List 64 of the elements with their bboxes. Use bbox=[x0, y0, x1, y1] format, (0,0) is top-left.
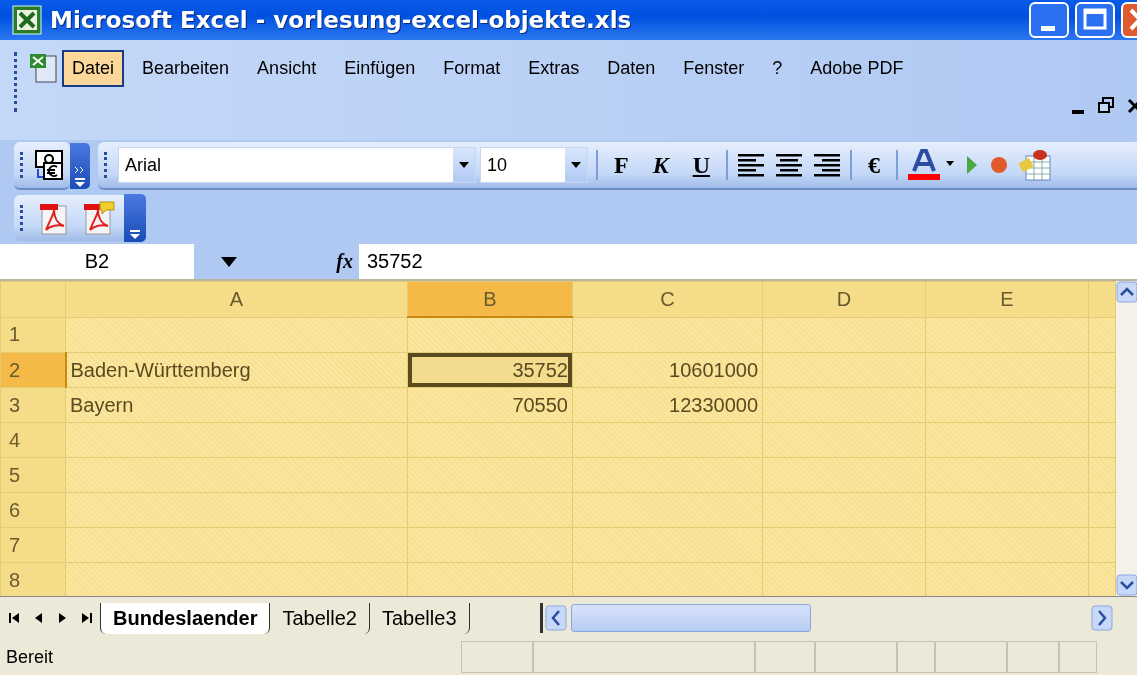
table-cell: Bayern bbox=[65, 387, 408, 423]
table-cell: 12330000 bbox=[572, 387, 763, 423]
dropdown-arrow-icon[interactable] bbox=[458, 161, 470, 169]
row-header[interactable]: 2 bbox=[0, 352, 66, 388]
first-sheet-icon[interactable] bbox=[8, 610, 22, 626]
menu-item[interactable]: ? bbox=[762, 49, 793, 87]
table-cell: Baden-Württemberg bbox=[65, 352, 408, 388]
scroll-right-button[interactable] bbox=[1091, 605, 1113, 631]
row-header[interactable]: 3 bbox=[0, 387, 66, 423]
menu-item[interactable]: Daten bbox=[597, 49, 666, 87]
font-color-icon[interactable] bbox=[906, 149, 957, 181]
row-header[interactable]: 4 bbox=[0, 422, 66, 458]
align-right-icon[interactable] bbox=[812, 152, 843, 178]
column-header[interactable]: A bbox=[65, 281, 408, 317]
menu-item[interactable]: Einfügen bbox=[334, 49, 426, 87]
menu-item[interactable]: Fenster bbox=[673, 49, 755, 87]
row-header[interactable]: 7 bbox=[0, 527, 66, 563]
minimize-button[interactable] bbox=[1029, 2, 1069, 38]
row-header[interactable]: 5 bbox=[0, 457, 66, 493]
column-header[interactable]: B bbox=[407, 281, 573, 317]
row-header[interactable]: 1 bbox=[0, 317, 66, 353]
workbook-icon[interactable] bbox=[28, 52, 60, 84]
maximize-button[interactable] bbox=[1075, 2, 1115, 38]
align-left-icon[interactable] bbox=[736, 152, 767, 178]
menu-item[interactable]: Datei bbox=[62, 49, 125, 87]
font-field[interactable]: Arial bbox=[118, 147, 476, 183]
scroll-down-button[interactable] bbox=[1116, 574, 1137, 596]
column-header[interactable]: C bbox=[572, 281, 763, 317]
menu-item[interactable]: Adobe PDF bbox=[800, 49, 914, 87]
insert-function-button[interactable]: fx bbox=[336, 250, 359, 273]
table-cell: 35752 bbox=[407, 352, 573, 388]
toolbar-options-icon[interactable] bbox=[73, 165, 87, 189]
table-cell: 70550 bbox=[407, 387, 573, 423]
italic-button[interactable]: K bbox=[644, 151, 677, 179]
column-header[interactable]: E bbox=[925, 281, 1089, 317]
row-header[interactable]: 6 bbox=[0, 492, 66, 528]
underline-button[interactable]: U bbox=[684, 151, 719, 179]
vertical-scrollbar[interactable] bbox=[1116, 281, 1137, 596]
status-panel bbox=[1059, 641, 1097, 673]
menu-item[interactable]: Extras bbox=[518, 49, 590, 87]
table-cell: 10601000 bbox=[572, 352, 763, 388]
menu-item[interactable]: Bearbeiten bbox=[132, 49, 240, 87]
close-icon[interactable] bbox=[1127, 96, 1137, 116]
last-sheet-icon[interactable] bbox=[80, 610, 94, 626]
excel-logo-icon bbox=[12, 5, 42, 35]
scroll-left-button[interactable] bbox=[544, 605, 567, 631]
status-panel bbox=[1007, 641, 1059, 673]
dropdown-arrow-icon[interactable] bbox=[220, 255, 238, 268]
window-title: Microsoft Excel - vorlesung-excel-objekte.xls bbox=[50, 7, 633, 33]
scroll-up-button[interactable] bbox=[1116, 281, 1137, 303]
font-size-field[interactable]: 10 bbox=[480, 147, 588, 183]
currency-button[interactable]: € bbox=[860, 151, 889, 179]
name-box[interactable]: B2 bbox=[0, 244, 194, 279]
align-center-icon[interactable] bbox=[774, 152, 805, 178]
dropdown-arrow-icon[interactable] bbox=[570, 161, 582, 169]
status-text: Bereit bbox=[6, 646, 54, 668]
column-header[interactable]: D bbox=[762, 281, 926, 317]
restore-icon[interactable] bbox=[1097, 96, 1115, 116]
bold-button[interactable]: F bbox=[606, 151, 637, 179]
sheet-tab[interactable]: Bundeslaender bbox=[100, 602, 271, 634]
formula-field[interactable]: 35752 bbox=[359, 244, 1137, 279]
currency-convert-icon[interactable] bbox=[34, 149, 64, 181]
menu-item[interactable]: Format bbox=[433, 49, 511, 87]
menu-item[interactable]: Ansicht bbox=[247, 49, 327, 87]
